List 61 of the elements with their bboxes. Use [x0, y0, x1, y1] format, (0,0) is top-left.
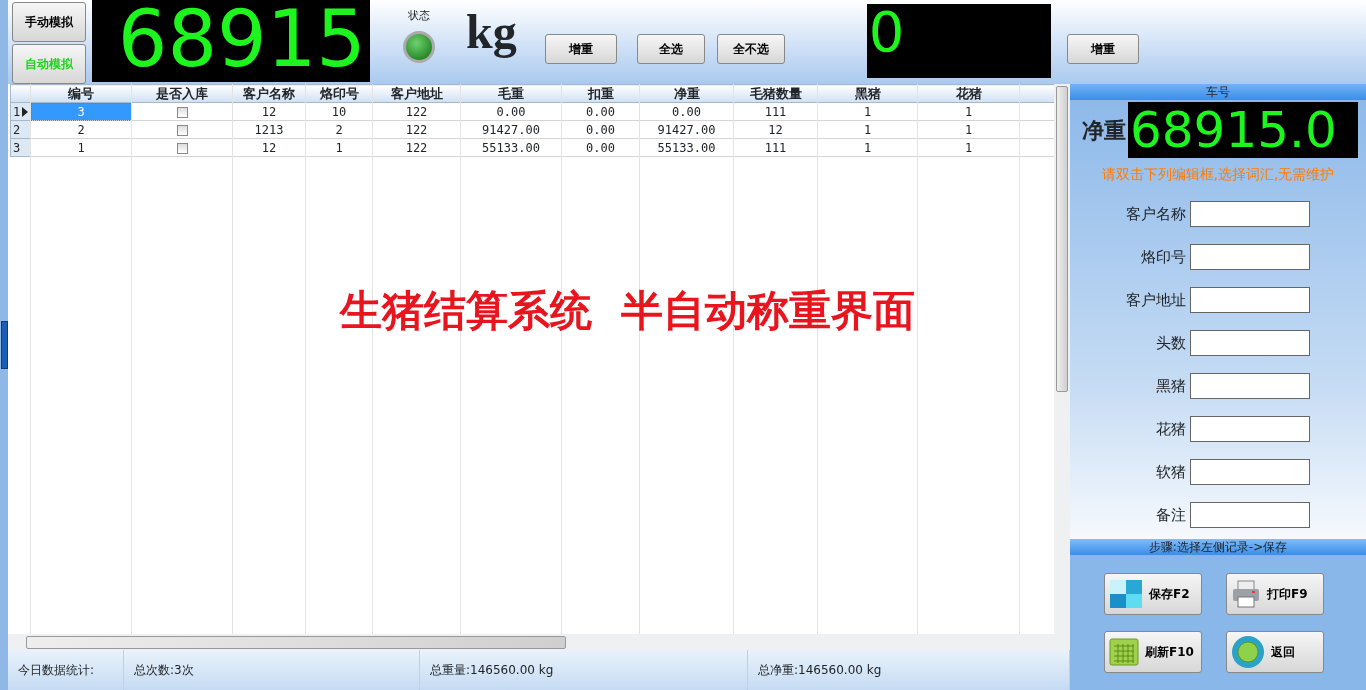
status-text: 今日数据统计: — [8, 650, 124, 690]
mode-button[interactable]: 手动模拟 — [12, 2, 86, 42]
hint-text: 请双击下列编辑框,选择词汇,无需维护 — [1100, 165, 1336, 184]
status-text: 总次数:3次 — [124, 650, 420, 690]
column-header[interactable]: 扣重 — [561, 84, 640, 103]
secondary-display: 0 — [866, 4, 1051, 78]
calendar-grid-icon — [1109, 638, 1139, 666]
tiles-icon — [1109, 579, 1143, 609]
input-field[interactable] — [1190, 287, 1310, 313]
splitter-handle[interactable] — [0, 321, 8, 369]
toolbar-button[interactable]: 增重 — [544, 34, 617, 64]
weight-display: 68915 — [92, 0, 370, 82]
input-field[interactable] — [1190, 244, 1310, 270]
horizontal-scrollbar[interactable] — [8, 634, 1070, 650]
panel-header: 车号 — [1070, 84, 1366, 100]
net-weight-label: 净重 — [1082, 116, 1126, 145]
circle-button-icon — [1231, 635, 1265, 669]
toolbar-button[interactable]: 全不选 — [716, 34, 785, 64]
checkbox[interactable] — [176, 124, 188, 136]
input-field[interactable] — [1190, 330, 1310, 356]
net-weight-display: 68915.0 — [1128, 102, 1358, 158]
input-field[interactable] — [1190, 502, 1310, 528]
field-label: 备注 — [1156, 504, 1186, 526]
field-label: 客户地址 — [1126, 289, 1186, 311]
field-label: 软猪 — [1156, 461, 1186, 483]
vertical-scrollbar[interactable] — [1054, 84, 1070, 634]
field-label: 头数 — [1156, 332, 1186, 354]
column-header[interactable]: 烙印号 — [305, 84, 373, 103]
column-header[interactable]: 客户名称 — [232, 84, 306, 103]
status-text: 总重量:146560.00 kg — [420, 650, 748, 690]
status-label: 状态 — [408, 8, 430, 24]
column-header[interactable]: 毛猪数量 — [733, 84, 818, 103]
add-weight-button[interactable]: 增重 — [1066, 34, 1139, 64]
column-header[interactable]: 编号 — [30, 84, 132, 103]
column-header[interactable]: 黑猪 — [817, 84, 918, 103]
overlay-title: 生猪结算系统 半自动称重界面 — [340, 290, 916, 332]
row-header-corner — [10, 84, 31, 103]
panel-button[interactable]: 返回 — [1226, 631, 1324, 673]
checkbox[interactable] — [176, 106, 188, 118]
toolbar-button[interactable]: 全选 — [636, 34, 705, 64]
unit-label: kg — [466, 8, 517, 56]
input-field[interactable] — [1190, 373, 1310, 399]
column-header[interactable]: 客户地址 — [372, 84, 461, 103]
column-header[interactable]: 净重 — [639, 84, 734, 103]
input-field[interactable] — [1190, 201, 1310, 227]
column-header-blank — [1019, 84, 1054, 103]
field-label: 花猪 — [1156, 418, 1186, 440]
panel-button[interactable]: 保存F2 — [1104, 573, 1202, 615]
input-field[interactable] — [1190, 416, 1310, 442]
printer-icon — [1231, 579, 1261, 609]
column-header[interactable]: 是否入库 — [131, 84, 233, 103]
checkbox[interactable] — [176, 142, 188, 154]
input-field[interactable] — [1190, 459, 1310, 485]
panel-button[interactable]: 刷新F10 — [1104, 631, 1202, 673]
field-label: 烙印号 — [1141, 246, 1186, 268]
steps-bar: 步骤:选择左侧记录->保存 — [1070, 539, 1366, 555]
field-label: 黑猪 — [1156, 375, 1186, 397]
panel-button[interactable]: 打印F9 — [1226, 573, 1324, 615]
column-header[interactable]: 花猪 — [917, 84, 1020, 103]
field-label: 客户名称 — [1126, 203, 1186, 225]
column-header[interactable]: 毛重 — [460, 84, 562, 103]
